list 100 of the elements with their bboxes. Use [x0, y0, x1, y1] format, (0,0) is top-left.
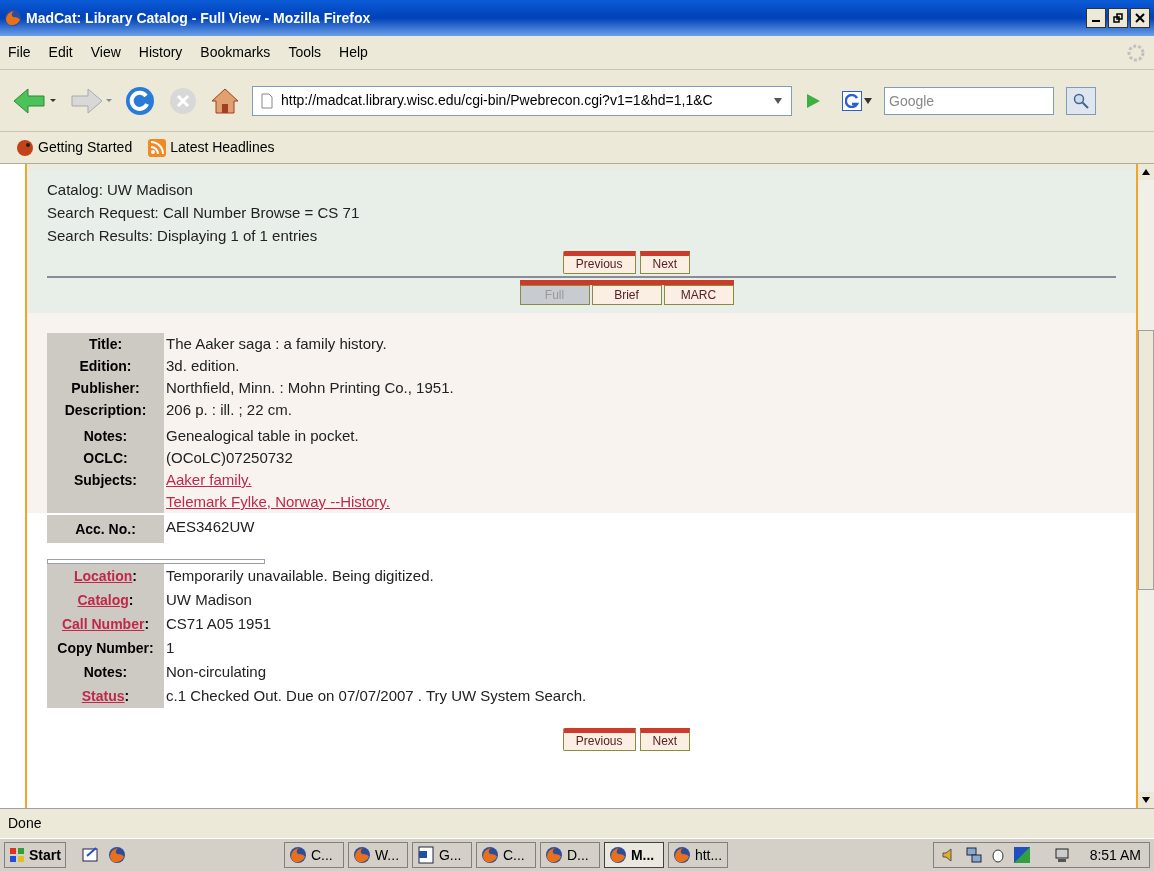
- bookmark-item[interactable]: Getting Started: [16, 137, 133, 158]
- dropdown-icon: [864, 97, 872, 104]
- page-icon: [261, 92, 273, 109]
- window-title: MadCat: Library Catalog - Full View - Mozilla Firefox: [26, 8, 371, 28]
- label-colon: :: [144, 615, 150, 634]
- firefox-icon: [480, 846, 499, 864]
- address-field[interactable]: http://madcat.library.wisc.edu/cgi-bin/Pwebrecon.cgi?v1=1&hd=1,1&C: [252, 85, 792, 116]
- taskbar-button[interactable]: G...: [411, 842, 472, 868]
- holding-label-link[interactable]: Location: [74, 564, 133, 588]
- holding-value: c.1 Checked Out. Due on 07/07/2007 . Try UW System Search.: [166, 686, 588, 706]
- close-button[interactable]: [1130, 8, 1150, 28]
- back-button[interactable]: [12, 85, 56, 116]
- subject-link[interactable]: Telemark Fylke, Norway --History.: [166, 491, 390, 513]
- field-value: 3d. edition.: [166, 356, 241, 376]
- url-text: http://madcat.library.wisc.edu/cgi-bin/Pwebrecon.cgi?v1=1&hd=1,1&C: [281, 91, 714, 110]
- field-label: Publisher:: [47, 377, 164, 399]
- menu-item[interactable]: Tools: [288, 42, 322, 63]
- rss-icon: [148, 138, 167, 157]
- holding-label-link[interactable]: Status: [81, 684, 125, 708]
- field-label: Subjects:: [47, 469, 164, 513]
- dropdown-icon[interactable]: [773, 96, 783, 105]
- holding-value: Temporarily unavailable. Being digitized.: [166, 566, 435, 586]
- taskbar-button[interactable]: D...: [539, 842, 600, 868]
- holding-value: UW Madison: [166, 590, 253, 610]
- taskbar-button[interactable]: C...: [475, 842, 536, 868]
- document-icon: [416, 846, 435, 864]
- scrollbar[interactable]: [1138, 164, 1154, 808]
- firefox-icon: [4, 9, 22, 27]
- restore-icon: [1113, 13, 1123, 23]
- holding-label: Notes: [83, 663, 123, 682]
- taskbar-button[interactable]: W...: [347, 842, 408, 868]
- restore-button[interactable]: [1108, 8, 1128, 28]
- previous-button[interactable]: Previous: [562, 728, 636, 751]
- previous-button[interactable]: Previous: [562, 251, 636, 274]
- taskbar-button[interactable]: htt...: [667, 842, 728, 868]
- network-icon[interactable]: [965, 847, 982, 863]
- holding-value: Non-circulating: [166, 662, 268, 682]
- search-button[interactable]: [1066, 86, 1096, 115]
- clock: 8:51 AM: [1089, 845, 1141, 865]
- menu-item[interactable]: Edit: [48, 42, 73, 63]
- search-icon: [1073, 92, 1089, 109]
- firefox-icon: [544, 846, 563, 864]
- taskbar-button[interactable]: C...: [283, 842, 344, 868]
- holding-value: CS71 A05 1951: [166, 614, 273, 634]
- field-value: AES3462UW: [166, 517, 256, 537]
- field-value: Genealogical table in pocket.: [166, 426, 360, 446]
- tray-app-icon[interactable]: [1013, 847, 1030, 863]
- start-button[interactable]: Start: [4, 842, 66, 868]
- minimize-icon: [1092, 20, 1100, 22]
- search-info-line: Search Request: Call Number Browse = CS 71: [47, 203, 361, 223]
- firefox-icon: [608, 846, 627, 864]
- holding-value: 1: [166, 638, 176, 658]
- scroll-up-icon[interactable]: [1142, 169, 1150, 175]
- scroll-down-icon[interactable]: [1142, 797, 1150, 803]
- search-engine-button[interactable]: [842, 90, 872, 111]
- close-icon: [1135, 13, 1145, 23]
- search-info-line: Catalog: UW Madison: [47, 180, 194, 200]
- field-label: Notes:: [47, 421, 164, 447]
- menu-item[interactable]: File: [8, 42, 31, 63]
- field-value: Northfield, Minn. : Mohn Printing Co., 1951.: [166, 378, 455, 398]
- field-label: Title:: [47, 333, 164, 355]
- subject-link[interactable]: Aaker family.: [166, 469, 252, 491]
- computer-icon[interactable]: [1053, 847, 1070, 863]
- holding-label-link[interactable]: Call Number: [61, 612, 145, 636]
- field-label: Edition:: [47, 355, 164, 377]
- menu-item[interactable]: View: [90, 42, 121, 63]
- field-value: The Aaker saga : a family history.: [166, 334, 388, 354]
- engine-icon: [842, 90, 862, 111]
- site-icon: [16, 138, 34, 157]
- field-label: OCLC:: [47, 447, 164, 469]
- view-tab[interactable]: Brief: [591, 285, 662, 305]
- bookmark-item[interactable]: Latest Headlines: [148, 137, 275, 158]
- minimize-button[interactable]: [1086, 8, 1106, 28]
- next-button[interactable]: Next: [639, 728, 691, 751]
- firefox-icon: [352, 846, 371, 864]
- label-colon: :: [149, 639, 154, 658]
- desktop-icon[interactable]: [81, 846, 100, 864]
- firefox-icon: [672, 846, 691, 864]
- reload-button[interactable]: [124, 84, 156, 117]
- label-colon: :: [122, 663, 128, 682]
- field-value: 206 p. : ill. ; 22 cm.: [166, 400, 293, 420]
- browser-launch-icon: [107, 846, 126, 864]
- field-value: (OCoLC)07250732: [166, 448, 294, 468]
- taskbar-button[interactable]: M...: [603, 842, 664, 868]
- search-field[interactable]: Google: [884, 86, 1054, 115]
- throbber-icon: [1126, 42, 1146, 63]
- field-label: Description:: [47, 399, 164, 421]
- menu-item[interactable]: Help: [339, 42, 368, 63]
- mouse-icon[interactable]: [989, 847, 1006, 863]
- menu-item[interactable]: History: [138, 42, 183, 63]
- holding-label-link[interactable]: Catalog: [77, 588, 129, 612]
- label-colon: :: [124, 687, 130, 706]
- status-text: Done: [8, 814, 42, 833]
- view-tab[interactable]: MARC: [663, 285, 734, 305]
- windows-flag-icon: [9, 847, 25, 863]
- search-info-line: Search Results: Displaying 1 of 1 entries: [47, 226, 319, 246]
- holding-label: Copy Number: [57, 639, 150, 658]
- menu-item[interactable]: Bookmarks: [200, 42, 271, 63]
- next-button[interactable]: Next: [639, 251, 691, 274]
- label-colon: :: [132, 567, 137, 586]
